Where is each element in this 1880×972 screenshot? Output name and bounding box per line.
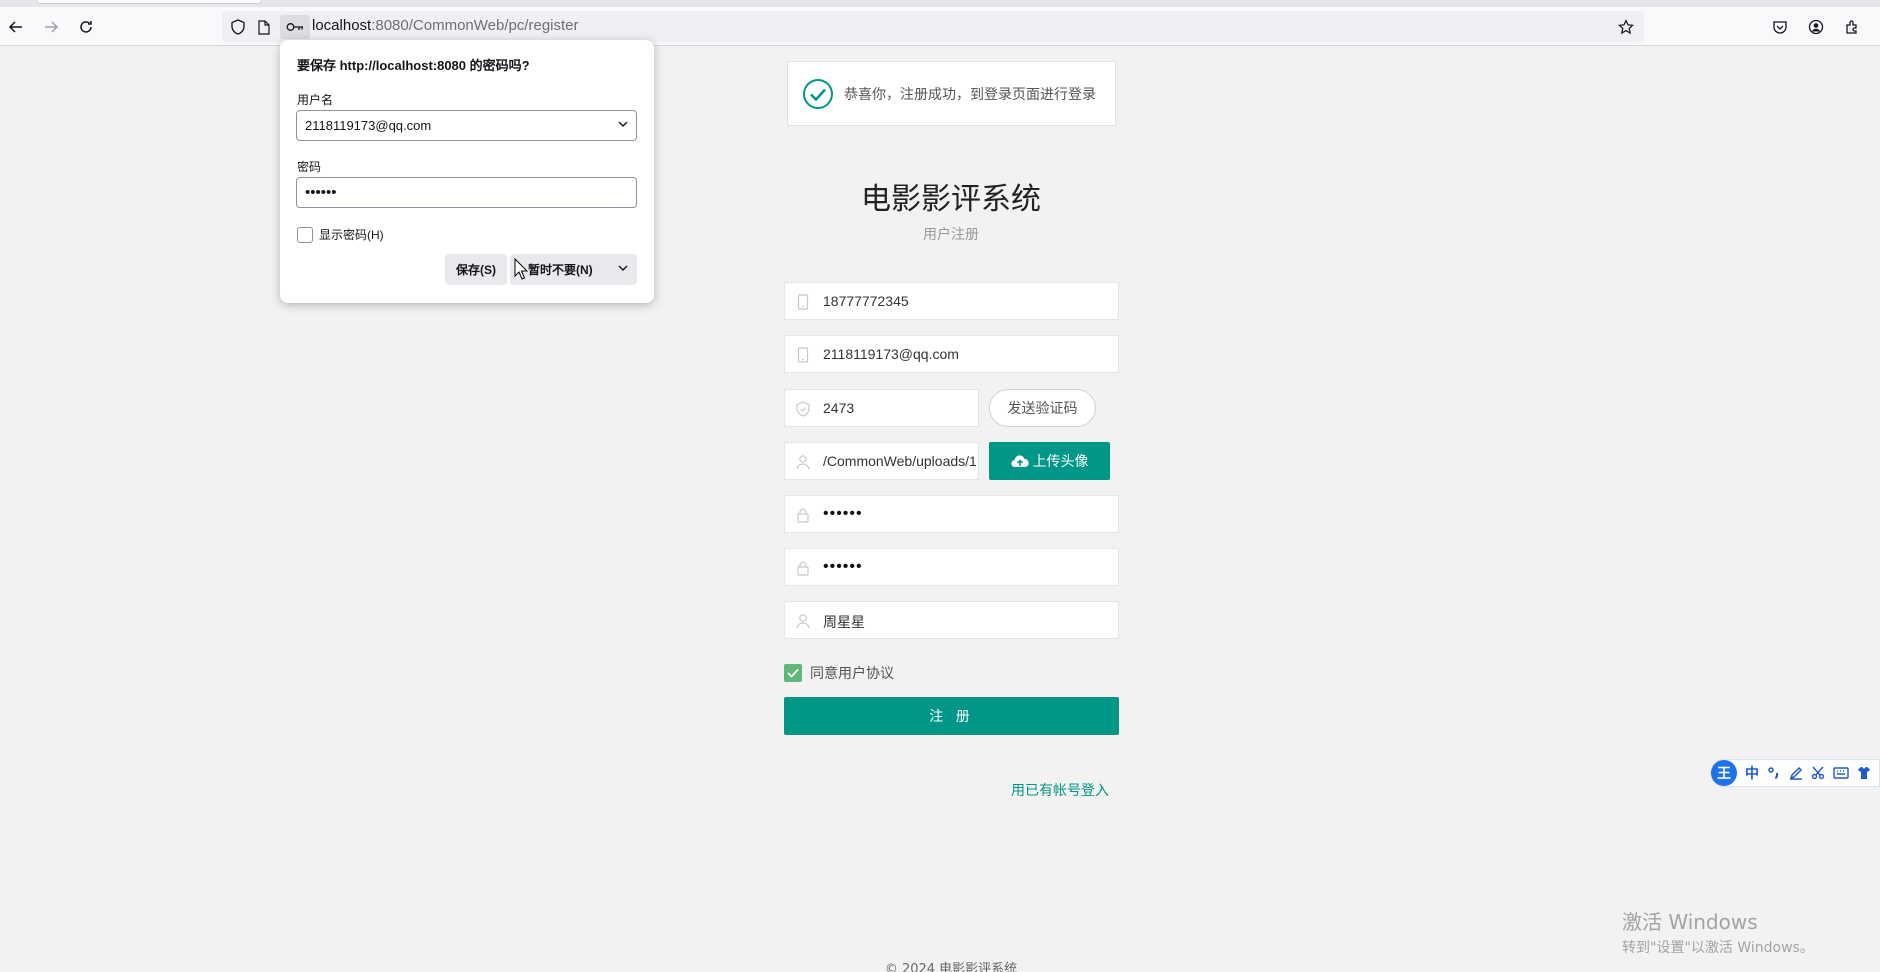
avatar-path-value: /CommonWeb/uploads/1 (823, 453, 976, 469)
keyboard-icon[interactable] (1833, 767, 1849, 779)
watermark-line1: 激活 Windows (1622, 910, 1758, 934)
skin-shirt-icon[interactable] (1857, 766, 1871, 780)
active-tab[interactable] (36, 0, 262, 4)
url-path: :8080/CommonWeb/pc/register (371, 17, 579, 34)
watermark-line2: 转到"设置"以激活 Windows。 (1622, 940, 1814, 956)
lock-icon (797, 561, 809, 576)
url-host: localhost (312, 17, 372, 34)
email-input[interactable]: 2118119173@qq.com (784, 335, 1119, 373)
tab-strip (0, 0, 1880, 7)
chevron-down-icon[interactable] (618, 265, 628, 272)
pocket-icon[interactable] (1768, 15, 1792, 39)
verification-code-input[interactable]: 2473 (784, 389, 979, 427)
register-button[interactable]: 注 册 (784, 697, 1119, 735)
user-icon (796, 455, 810, 470)
success-check-icon (803, 78, 833, 109)
save-password-button[interactable]: 保存(S) (445, 254, 507, 285)
send-code-button[interactable]: 发送验证码 (989, 389, 1096, 427)
check-icon (787, 668, 799, 678)
password-input[interactable]: •••••• (784, 495, 1119, 533)
pen-icon[interactable] (1789, 766, 1803, 780)
nickname-value: 周星星 (823, 614, 865, 630)
success-alert: 恭喜你，注册成功，到登录页面进行登录 (787, 61, 1116, 126)
back-icon[interactable] (4, 15, 28, 39)
windows-activation-watermark: 激活 Windows 转到"设置"以激活 Windows。 (1622, 906, 1814, 957)
username-value: 2118119173@qq.com (305, 118, 432, 133)
bookmark-star-icon[interactable] (1614, 15, 1638, 39)
cloud-upload-icon (1010, 455, 1029, 468)
chevron-down-icon (618, 121, 628, 127)
username-dropdown[interactable]: 2118119173@qq.com (296, 110, 637, 141)
phone-value: 18777772345 (823, 293, 909, 309)
shield-check-icon (796, 401, 810, 417)
punctuation-icon[interactable] (1767, 766, 1781, 780)
upload-avatar-button[interactable]: 上传头像 (989, 442, 1110, 480)
phone-input[interactable]: 18777772345 (784, 282, 1119, 320)
ime-mode[interactable]: 中 (1745, 763, 1759, 783)
upload-avatar-label: 上传头像 (1032, 454, 1089, 470)
agree-terms-checkbox[interactable]: 同意用户协议 (784, 663, 894, 683)
page-subtitle: 用户注册 (923, 227, 979, 243)
avatar-path-input[interactable]: /CommonWeb/uploads/1 (784, 442, 979, 480)
ime-toolbar[interactable]: 王 中 (1710, 759, 1880, 787)
key-icon[interactable] (280, 15, 310, 39)
not-now-button[interactable]: 暂时不要(N) (510, 254, 637, 285)
url-text[interactable]: localhost:8080/CommonWeb/pc/register (312, 17, 579, 34)
checkbox-checked[interactable] (784, 664, 802, 682)
popup-title: 要保存 http://localhost:8080 的密码吗? (297, 58, 530, 73)
cellphone-icon (797, 347, 809, 363)
lock-icon (797, 508, 809, 523)
agree-terms-label: 同意用户协议 (810, 666, 894, 682)
reload-icon[interactable] (74, 15, 98, 39)
account-icon[interactable] (1804, 15, 1828, 39)
password-value: •••••• (823, 505, 863, 522)
shield-icon[interactable] (226, 15, 250, 39)
url-bar[interactable]: localhost:8080/CommonWeb/pc/register (222, 11, 1644, 42)
not-now-label: 暂时不要(N) (528, 263, 593, 277)
confirm-password-input[interactable]: •••••• (784, 548, 1119, 586)
nickname-input[interactable]: 周星星 (784, 601, 1119, 639)
mouse-cursor-icon (514, 258, 528, 280)
browser-toolbar: localhost:8080/CommonWeb/pc/register (0, 7, 1880, 46)
confirm-password-value: •••••• (823, 558, 863, 575)
email-value: 2118119173@qq.com (823, 346, 959, 362)
login-link[interactable]: 用已有帐号登入 (1011, 780, 1109, 800)
success-message: 恭喜你，注册成功，到登录页面进行登录 (844, 86, 1096, 103)
page-icon[interactable] (252, 15, 276, 39)
ime-logo[interactable]: 王 (1711, 760, 1737, 786)
password-label: 密码 (297, 160, 322, 174)
forward-icon[interactable] (39, 15, 63, 39)
user-icon (796, 614, 810, 629)
username-label: 用户名 (297, 93, 334, 107)
scissors-icon[interactable] (1811, 766, 1825, 780)
phone-icon (797, 294, 809, 310)
footer-copyright: © 2024 电影影评系统 (884, 962, 1018, 972)
save-password-popup: 要保存 http://localhost:8080 的密码吗? 用户名 2118… (280, 40, 654, 303)
extensions-icon[interactable] (1840, 15, 1864, 39)
code-value: 2473 (823, 400, 855, 416)
page-title: 电影影评系统 (861, 182, 1041, 217)
